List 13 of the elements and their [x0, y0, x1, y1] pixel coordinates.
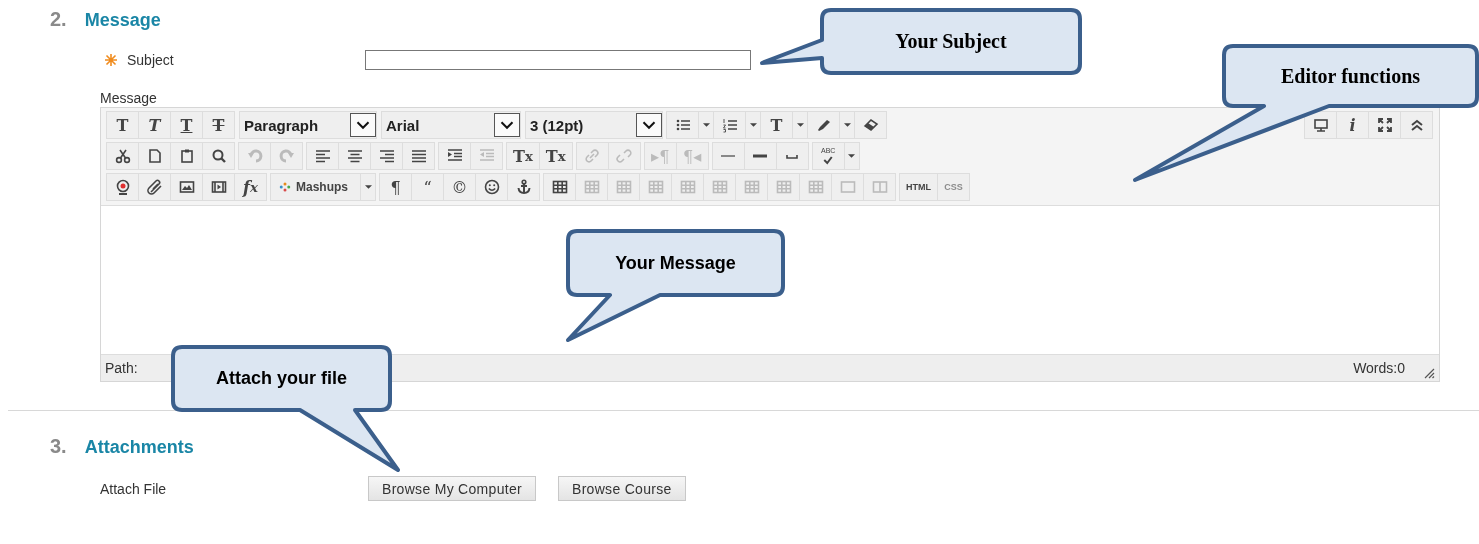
section-title: Attachments: [84, 437, 194, 458]
path-label: Path:: [105, 360, 138, 376]
step-number: 2.: [50, 8, 67, 31]
section-title: Message: [84, 10, 161, 31]
step-number: 3.: [50, 435, 67, 458]
callout-text: Editor functions: [1280, 64, 1421, 88]
field-label: Attach File: [100, 480, 168, 497]
callout-text: Your Subject: [895, 30, 1007, 53]
field-label: Message: [100, 90, 158, 106]
callout-text: Your Message: [615, 252, 736, 274]
field-label: Subject: [127, 52, 175, 68]
callout-text: Attach your file: [216, 368, 347, 389]
word-count: Words:0: [1353, 360, 1405, 376]
